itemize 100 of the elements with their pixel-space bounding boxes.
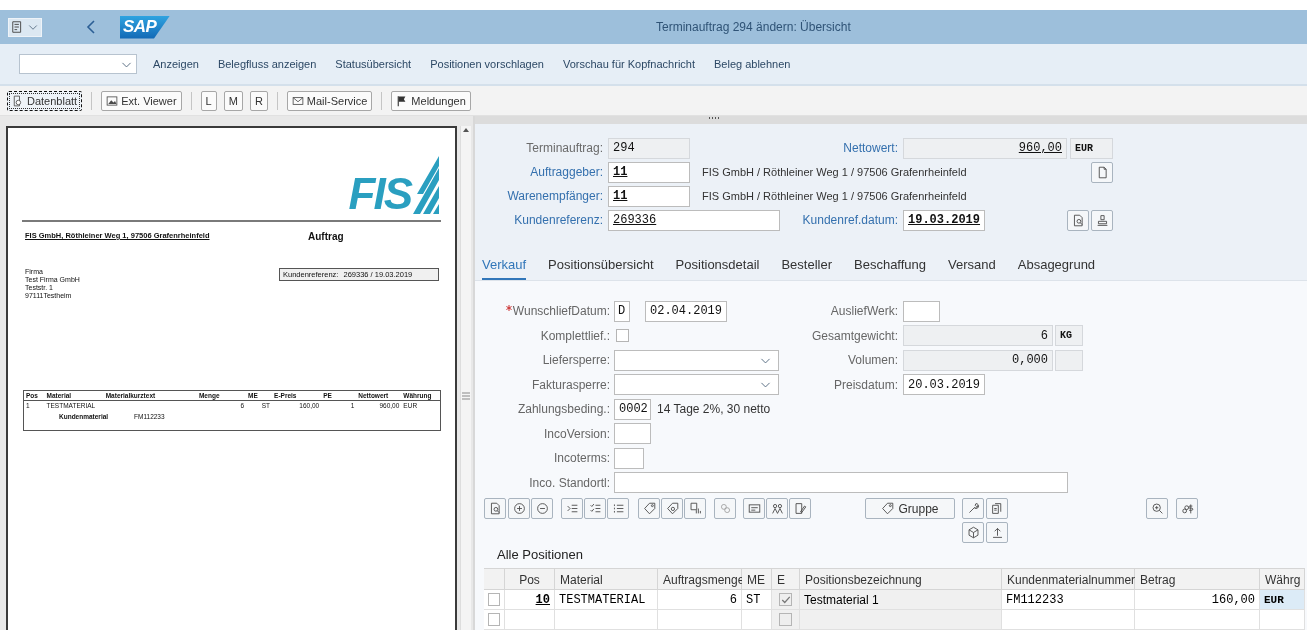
zoom-in-button[interactable] <box>1146 498 1168 519</box>
field-label: Liefersperre: <box>541 353 610 368</box>
toolbar-button[interactable]: Statusübersicht <box>335 58 412 70</box>
readonly-field <box>1055 349 1083 371</box>
upload-button[interactable] <box>986 522 1008 543</box>
input-field[interactable]: 0002 <box>614 398 651 420</box>
toolbar-button[interactable]: Positionen vorschlagen <box>430 58 544 70</box>
column-header[interactable]: Pos <box>505 568 555 590</box>
table-cell: TESTMATERIAL <box>555 590 658 610</box>
toolbar-button[interactable]: L <box>200 90 217 111</box>
group-button[interactable]: Gruppe <box>865 498 955 519</box>
input-field: KG <box>1055 325 1083 347</box>
table-cell: EUR <box>1260 590 1305 610</box>
minus-circle-button[interactable] <box>531 498 553 519</box>
input-field[interactable] <box>614 447 644 469</box>
tab[interactable]: Versand <box>948 257 996 280</box>
column-header[interactable]: Währg <box>1260 568 1305 590</box>
input-field[interactable] <box>903 300 940 322</box>
people-button[interactable] <box>766 498 788 519</box>
input-field[interactable]: 02.04.2019 <box>645 300 727 322</box>
document-search-button[interactable] <box>484 498 506 519</box>
picture-icon <box>106 94 119 107</box>
dropdown-field[interactable] <box>19 54 137 74</box>
input-field: EUR <box>1070 137 1113 159</box>
tab[interactable]: Absagegrund <box>1017 257 1096 280</box>
checklist-icon <box>588 502 602 515</box>
toolbar-button[interactable]: Beleg ablehnen <box>714 58 791 70</box>
field-label: Terminauftrag: <box>525 141 603 155</box>
checklist-button[interactable] <box>584 498 606 519</box>
plus-circle-button[interactable] <box>508 498 530 519</box>
toolbar-button[interactable]: Belegfluss anzeigen <box>217 58 317 70</box>
document-chart-icon <box>688 502 702 515</box>
document-globe-icon <box>12 94 24 107</box>
column-header[interactable]: Auftragsmenge <box>658 568 742 590</box>
tab[interactable]: Besteller <box>781 257 832 280</box>
chain-button[interactable] <box>714 498 736 519</box>
input-field[interactable] <box>614 472 1068 494</box>
document-button[interactable] <box>1091 161 1113 183</box>
column-header[interactable]: Betrag <box>1135 568 1260 590</box>
stamp-button[interactable] <box>1091 209 1113 231</box>
tab[interactable]: Verkauf <box>482 257 527 280</box>
document-chart-button[interactable] <box>684 498 706 519</box>
column-header[interactable]: ME <box>742 568 772 590</box>
tag-icon <box>881 502 895 515</box>
toolbar-button[interactable]: Anzeigen <box>153 58 199 70</box>
tag-gear-button[interactable] <box>661 498 683 519</box>
tab[interactable]: Positionsdetail <box>675 257 760 280</box>
indent-list-icon <box>565 502 579 515</box>
input-field[interactable]: 11 <box>608 185 690 207</box>
dropdown-field[interactable] <box>614 349 779 371</box>
zoom-in-icon <box>1150 502 1164 515</box>
document-edit-icon <box>793 502 807 515</box>
document-edit-button[interactable] <box>789 498 811 519</box>
table-cell: 160,00 <box>1135 590 1260 610</box>
sap-logo: SAP <box>120 15 170 39</box>
input-field[interactable]: 11 <box>608 161 690 183</box>
tab[interactable]: Beschaffung <box>854 257 927 280</box>
checkbox[interactable] <box>488 593 500 606</box>
toolbar-button[interactable]: Vorschau für Kopfnachricht <box>562 58 695 70</box>
tab[interactable]: Positionsübersicht <box>548 257 654 280</box>
toolbar-button[interactable]: M <box>223 90 243 111</box>
input-field[interactable]: 269336 <box>608 209 780 231</box>
toolbar-button[interactable]: Meldungen <box>391 90 471 111</box>
input-field[interactable]: D <box>614 300 630 322</box>
toolbar-button[interactable]: Mail-Service <box>286 90 373 111</box>
checkbox[interactable] <box>616 329 629 343</box>
column-header[interactable]: Positionsbezeichnung <box>800 568 1002 590</box>
menu-button[interactable] <box>8 17 42 37</box>
checkbox[interactable] <box>488 613 500 626</box>
toolbar-button[interactable]: Ext. Viewer <box>101 90 182 111</box>
scroll-grip-icon <box>462 392 470 400</box>
toolbar-button[interactable]: Datenblatt <box>7 90 83 111</box>
money-button[interactable] <box>1176 498 1198 519</box>
list-button[interactable] <box>607 498 629 519</box>
column-header[interactable]: Material <box>555 568 658 590</box>
documents-button[interactable] <box>986 498 1008 519</box>
chain-icon <box>718 502 732 515</box>
dropdown-field[interactable] <box>614 374 779 396</box>
card-button[interactable] <box>743 498 765 519</box>
indent-list-button[interactable] <box>561 498 583 519</box>
column-header[interactable]: Kundenmaterialnummer <box>1002 568 1135 590</box>
item-link[interactable]: 10 <box>535 592 550 607</box>
field-label: Preisdatum: <box>832 377 898 392</box>
input-field: 0,000 <box>903 349 1053 371</box>
field-label: Incoterms: <box>553 451 610 466</box>
document-search-button[interactable] <box>1067 209 1089 231</box>
input-field[interactable] <box>614 423 651 445</box>
back-icon[interactable] <box>86 19 96 35</box>
toolbar-button[interactable]: R <box>249 90 268 111</box>
field-label: Kundenref.datum: <box>801 213 898 227</box>
field-label: Warenempfänger: <box>506 189 603 203</box>
input-field[interactable]: 19.03.2019 <box>903 209 985 231</box>
tag-button[interactable] <box>638 498 660 519</box>
required-icon <box>505 305 512 312</box>
input-field[interactable]: 20.03.2019 <box>903 374 985 396</box>
hexagon-button[interactable] <box>962 522 984 543</box>
column-header[interactable]: E <box>772 568 800 590</box>
field-label: Kundenreferenz: <box>513 213 603 227</box>
table-cell: Testmaterial 1 <box>800 590 1002 610</box>
upload-icon <box>990 526 1004 539</box>
